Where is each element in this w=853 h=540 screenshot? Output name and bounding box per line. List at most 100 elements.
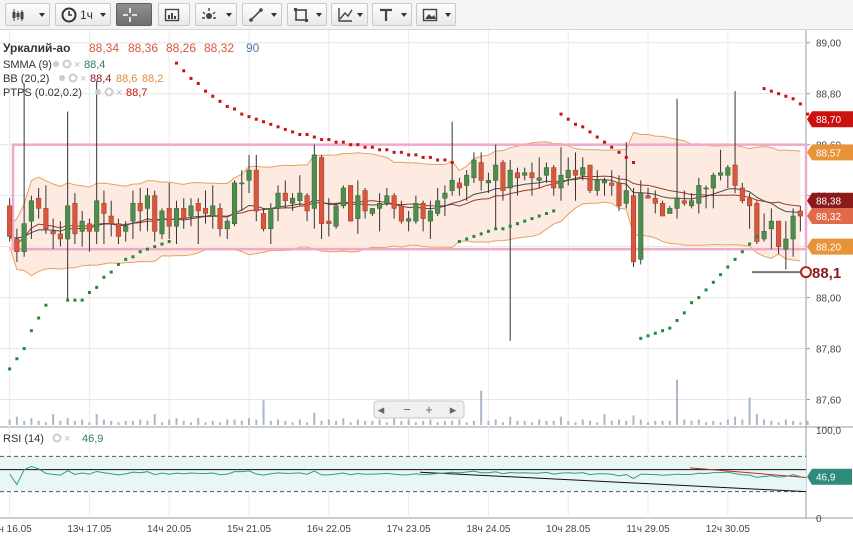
- candle-body: [630, 195, 637, 263]
- volume-bar: [618, 419, 621, 425]
- volume-bar: [400, 420, 403, 425]
- price-tag-label: 88,20: [816, 243, 841, 254]
- zoom-out-icon[interactable]: −: [403, 402, 411, 417]
- candle-body: [152, 195, 158, 232]
- indicator-panel-button[interactable]: [158, 3, 190, 26]
- x-tick-label: 15ч 21.05: [227, 524, 272, 535]
- candle-body: [137, 202, 143, 212]
- volume-bar: [291, 422, 294, 425]
- candle-body: [123, 225, 129, 232]
- candle-body: [500, 162, 506, 191]
- psar-dot-down: [204, 89, 207, 93]
- psar-dot-up: [15, 357, 19, 361]
- indicator-value: 88,4: [90, 73, 111, 85]
- volume-bar: [770, 420, 773, 425]
- candle-body: [28, 200, 34, 222]
- fibonacci-button[interactable]: [331, 3, 368, 26]
- candle-body: [471, 159, 477, 179]
- psar-dot-down: [436, 158, 440, 162]
- candle-body: [57, 233, 63, 240]
- psar-dot-down: [283, 127, 287, 131]
- candle-body: [36, 197, 42, 209]
- volume-bar: [124, 420, 127, 425]
- rsi-tag-label: 46,9: [816, 473, 836, 484]
- psar-dot-down: [559, 112, 563, 116]
- psar-dot-down: [349, 143, 353, 147]
- psar-dot-up: [8, 367, 12, 371]
- volume-bar: [175, 418, 178, 425]
- timeframe-button[interactable]: 1ч: [55, 3, 111, 26]
- candle-body: [442, 192, 448, 199]
- psar-dot-down: [298, 132, 302, 136]
- zoom-in-icon[interactable]: +: [425, 402, 433, 417]
- volume-bar: [110, 420, 113, 425]
- volume-bar: [44, 422, 47, 425]
- psar-dot-up: [755, 234, 759, 238]
- psar-dot-down: [174, 61, 178, 65]
- price-tag: 88,57: [807, 144, 853, 161]
- crosshair-button[interactable]: [116, 3, 152, 26]
- text-button[interactable]: [372, 3, 412, 26]
- rsi-legend-label: RSI (14): [3, 433, 44, 445]
- image-button[interactable]: [416, 3, 456, 26]
- candle-body: [413, 202, 419, 222]
- candle-body: [696, 185, 702, 204]
- candle-body: [297, 192, 303, 202]
- volume-bar: [15, 416, 18, 425]
- candle-body: [14, 238, 20, 253]
- psar-dot-down: [363, 145, 367, 149]
- volume-bar: [393, 418, 396, 425]
- line-tool-icon: [249, 8, 263, 22]
- psar-dot-up: [29, 329, 33, 333]
- close-icon: ×: [116, 87, 122, 99]
- psar-dot-up: [719, 273, 723, 277]
- volume-bar: [37, 420, 40, 425]
- volume-bar: [429, 419, 432, 425]
- candle-body: [7, 205, 13, 237]
- psar-dot-down: [581, 125, 585, 129]
- price-chart[interactable]: 89,0088,8088,6088,4088,2088,0087,8087,60…: [0, 30, 853, 540]
- psar-dot-down: [791, 97, 795, 101]
- y-tick-label: 87,80: [816, 345, 841, 356]
- candle-body: [587, 164, 593, 191]
- chevron-down-icon: [100, 13, 106, 17]
- candle-body: [72, 202, 78, 235]
- drawing-line-button[interactable]: [242, 3, 282, 26]
- volume-bar: [603, 414, 606, 425]
- candle-body: [783, 238, 789, 250]
- candle-body: [166, 208, 172, 227]
- psar-dot-up: [733, 257, 737, 261]
- volume-bar: [327, 419, 330, 425]
- candle-body: [710, 174, 716, 189]
- volume-bar: [95, 414, 98, 425]
- psar-dot-down: [428, 155, 432, 159]
- scroll-right-icon[interactable]: ▸: [450, 402, 457, 417]
- candle-body: [231, 182, 238, 224]
- psar-dot-up: [711, 280, 715, 284]
- candle-body: [275, 192, 281, 209]
- candle-body: [319, 157, 325, 224]
- scroll-left-icon[interactable]: ◂: [378, 402, 385, 417]
- volume-bar: [371, 420, 374, 425]
- psar-dot-down: [276, 125, 280, 129]
- volume-bar: [588, 420, 591, 425]
- candle-body: [739, 187, 745, 202]
- candle-body: [239, 182, 245, 185]
- psar-dot-down: [769, 89, 773, 93]
- candle-body: [253, 169, 259, 212]
- indicators-button[interactable]: [195, 3, 237, 26]
- volume-bar: [240, 420, 243, 425]
- volume-bar: [131, 420, 134, 425]
- volume-bar: [726, 419, 729, 425]
- volume-bar: [146, 420, 149, 425]
- volume-bar: [530, 422, 533, 425]
- candle-body: [420, 202, 426, 219]
- candle-body: [536, 177, 542, 181]
- psar-dot-up: [515, 222, 519, 226]
- psar-dot-up: [748, 242, 752, 246]
- psar-dot-down: [450, 161, 454, 165]
- chart-type-button[interactable]: [5, 3, 50, 26]
- volume-bar: [610, 420, 613, 425]
- indicators-icon: [202, 8, 216, 19]
- shapes-button[interactable]: [287, 3, 327, 26]
